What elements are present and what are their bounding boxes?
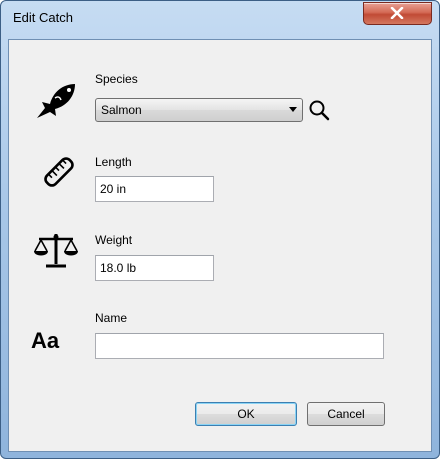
search-icon <box>309 100 330 121</box>
length-field[interactable] <box>95 176 214 202</box>
close-icon <box>390 7 404 19</box>
fish-icon <box>37 84 75 118</box>
name-field[interactable] <box>95 333 384 359</box>
chevron-down-icon <box>289 107 297 112</box>
ok-button[interactable]: OK <box>195 402 297 426</box>
dialog-content: Species Salmon Length 20 in Weight 18.0 … <box>8 39 432 452</box>
scale-icon <box>34 234 78 268</box>
name-label: Name <box>95 311 128 325</box>
weight-input[interactable] <box>96 256 213 280</box>
title-bar[interactable]: Edit Catch <box>1 1 439 39</box>
window-title: Edit Catch <box>13 10 73 25</box>
edit-catch-dialog: Edit Catch Species Salmon Length 20 in W… <box>0 0 440 459</box>
species-search-button[interactable] <box>307 98 331 122</box>
cancel-button[interactable]: Cancel <box>307 402 385 426</box>
ruler-icon <box>44 157 74 187</box>
length-label: Length <box>95 155 132 169</box>
length-input[interactable] <box>96 177 213 201</box>
text-aa-icon: Aa <box>31 328 60 353</box>
name-input[interactable] <box>96 334 383 358</box>
species-selected-value: Salmon <box>101 103 142 117</box>
weight-field[interactable] <box>95 255 214 281</box>
close-button[interactable] <box>363 2 432 25</box>
species-label: Species <box>95 72 138 86</box>
species-dropdown[interactable]: Salmon <box>95 98 303 122</box>
weight-label: Weight <box>95 233 133 247</box>
